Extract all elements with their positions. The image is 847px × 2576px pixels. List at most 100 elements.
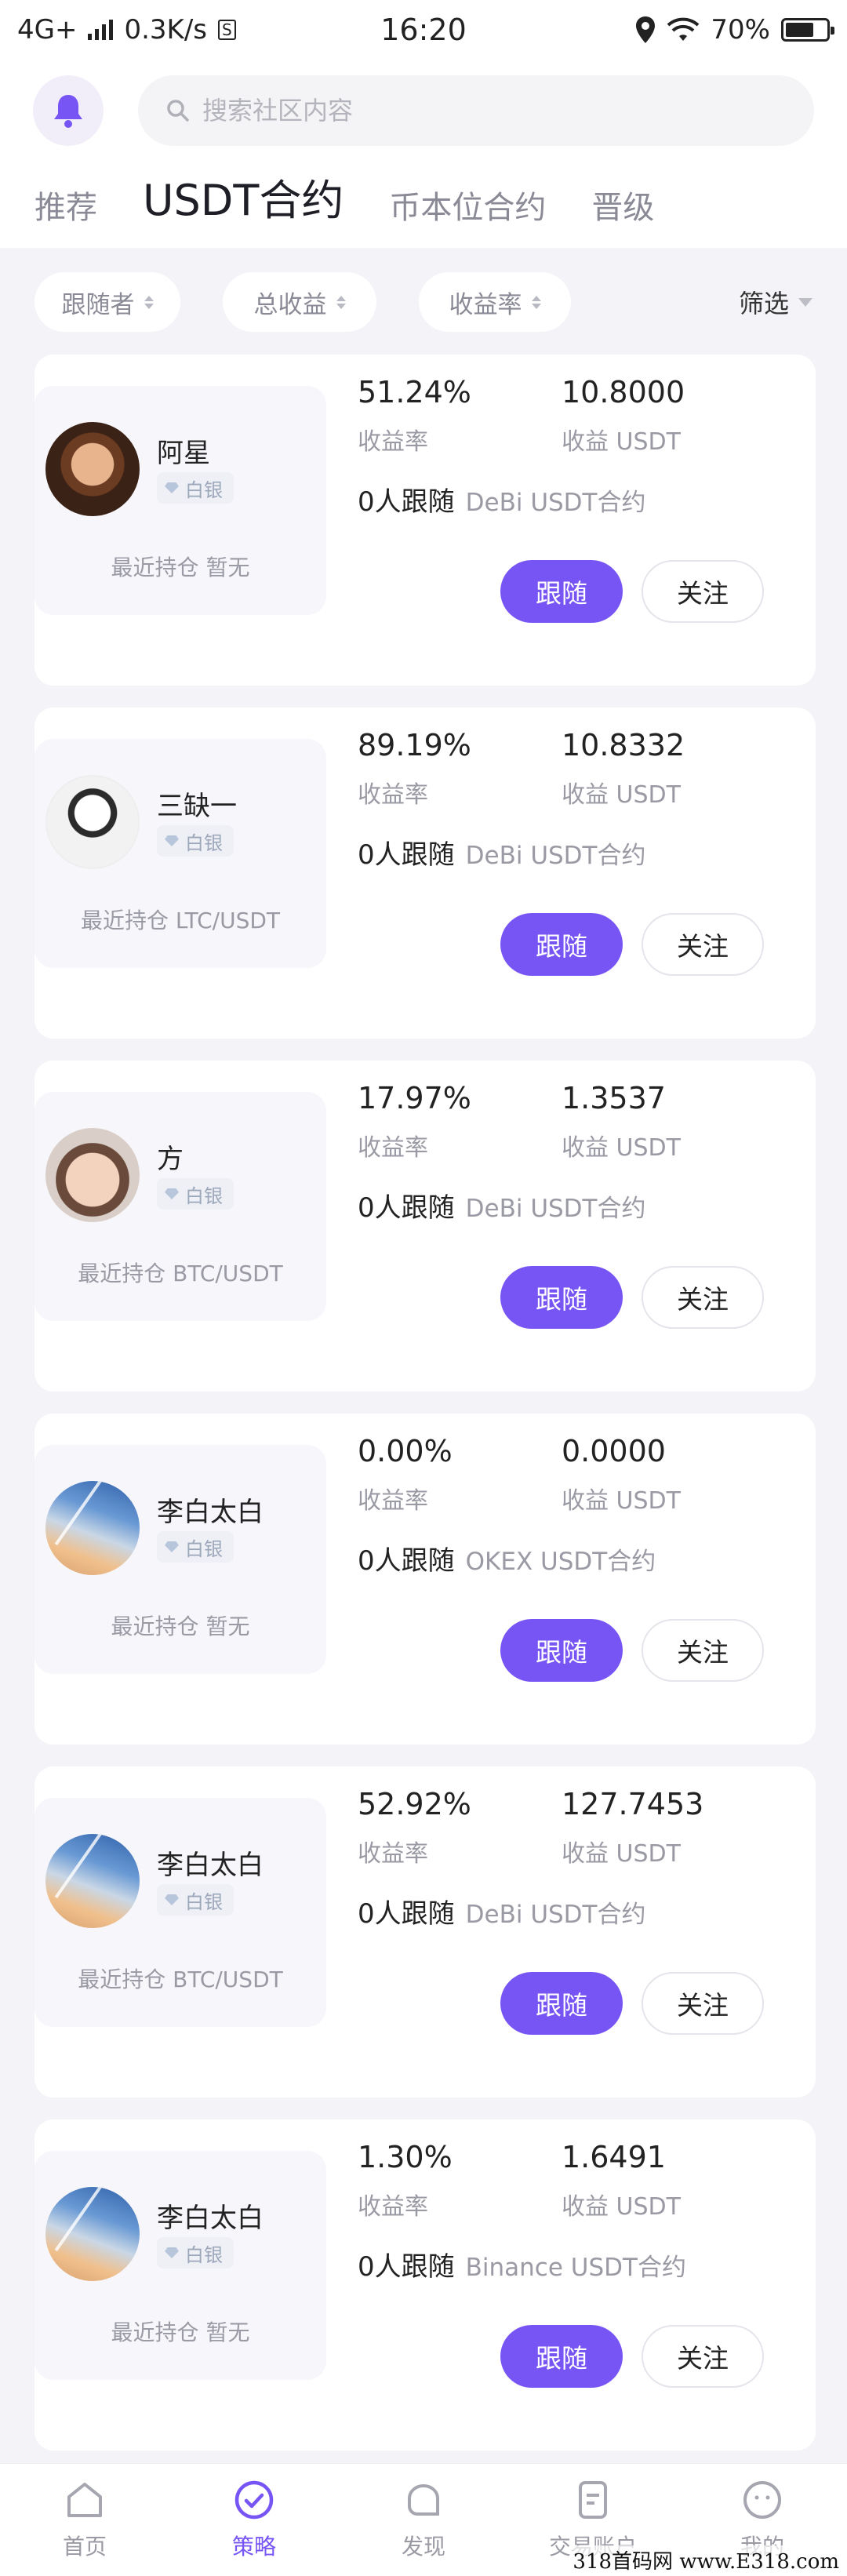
recent-position: 最近持仓 BTC/USDT <box>78 1261 283 1286</box>
nav-label: 首页 <box>62 2534 107 2560</box>
avatar[interactable] <box>45 1481 140 1575</box>
tab-2[interactable]: 币本位合约 <box>389 182 546 238</box>
trader-profile[interactable]: 李白太白 白银 最近持仓 暂无 <box>35 2151 326 2380</box>
follower-count: 0人跟随 <box>358 2251 455 2283</box>
trader-name: 三缺一 <box>157 791 237 822</box>
trader-card[interactable]: 三缺一 白银 最近持仓 LTC/USDT 89.19% 10.8332 收益率 … <box>35 708 816 1039</box>
profit-label: 收益 USDT <box>562 1134 681 1162</box>
rate-value: 17.97% <box>358 1081 471 1115</box>
exchange-name: DeBi USDT合约 <box>465 1901 646 1929</box>
profit-value: 127.7453 <box>562 1787 704 1821</box>
trader-profile[interactable]: 三缺一 白银 最近持仓 LTC/USDT <box>35 739 326 968</box>
tab-0[interactable]: 推荐 <box>35 182 97 238</box>
level-badge: 白银 <box>157 2237 234 2269</box>
bell-icon <box>54 95 82 128</box>
search-bar[interactable] <box>138 75 814 146</box>
profit-value: 0.0000 <box>562 1434 666 1468</box>
trader-profile[interactable]: 方 白银 最近持仓 BTC/USDT <box>35 1092 326 1321</box>
follow-button[interactable]: 跟随 <box>500 560 623 623</box>
rate-value: 52.92% <box>358 1787 471 1821</box>
level-badge: 白银 <box>157 1884 234 1916</box>
follow-button[interactable]: 跟随 <box>500 1266 623 1329</box>
recent-position: 最近持仓 BTC/USDT <box>78 1967 283 1992</box>
trader-profile[interactable]: 阿星 白银 最近持仓 暂无 <box>35 386 326 615</box>
watch-button[interactable]: 关注 <box>642 1972 764 2035</box>
discover-chat-icon <box>402 2478 445 2525</box>
notification-button[interactable] <box>33 75 104 146</box>
watch-button[interactable]: 关注 <box>642 1266 764 1329</box>
exchange-name: DeBi USDT合约 <box>465 842 646 870</box>
rate-label: 收益率 <box>358 1134 428 1162</box>
follower-info: 0人跟随 OKEX USDT合约 <box>358 1539 656 1577</box>
profit-value: 1.3537 <box>562 1081 666 1115</box>
clock: 16:20 <box>380 13 467 47</box>
profit-label: 收益 USDT <box>562 781 681 809</box>
trader-profile[interactable]: 李白太白 白银 最近持仓 暂无 <box>35 1445 326 1674</box>
nav-item-1[interactable]: 策略 <box>169 2464 339 2576</box>
battery-percent: 70% <box>711 14 770 45</box>
sort-followers-label: 跟随者 <box>61 290 135 319</box>
trader-profile[interactable]: 李白太白 白银 最近持仓 BTC/USDT <box>35 1798 326 2027</box>
follow-button[interactable]: 跟随 <box>500 913 623 976</box>
trader-card[interactable]: 李白太白 白银 最近持仓 BTC/USDT 52.92% 127.7453 收益… <box>35 1766 816 2098</box>
trader-card[interactable]: 方 白银 最近持仓 BTC/USDT 17.97% 1.3537 收益率 收益 … <box>35 1061 816 1392</box>
avatar[interactable] <box>45 775 140 869</box>
level-badge-label: 白银 <box>185 1537 223 1560</box>
recent-position: 最近持仓 暂无 <box>111 1614 250 1639</box>
rate-label: 收益率 <box>358 2193 428 2221</box>
battery-icon <box>781 18 834 42</box>
follower-info: 0人跟随 DeBi USDT合约 <box>358 480 646 518</box>
profit-label: 收益 USDT <box>562 2193 681 2221</box>
avatar[interactable] <box>45 1128 140 1222</box>
diamond-icon <box>165 835 179 846</box>
nav-item-2[interactable]: 发现 <box>339 2464 508 2576</box>
sort-total-profit[interactable]: 总收益 <box>223 272 376 332</box>
profit-label: 收益 USDT <box>562 1840 681 1868</box>
tab-3[interactable]: 晋级 <box>591 182 654 238</box>
sort-followers[interactable]: 跟随者 <box>35 272 180 332</box>
follow-button[interactable]: 跟随 <box>500 1972 623 2035</box>
trader-name: 李白太白 <box>157 1497 264 1528</box>
follower-info: 0人跟随 Binance USDT合约 <box>358 2245 686 2283</box>
recent-position: 最近持仓 暂无 <box>111 555 250 580</box>
search-icon <box>167 100 189 122</box>
diamond-icon <box>165 1894 179 1905</box>
signal-icon <box>88 20 114 40</box>
location-icon <box>636 16 656 43</box>
sort-arrows-icon <box>144 295 154 309</box>
watch-button[interactable]: 关注 <box>642 913 764 976</box>
follower-count: 0人跟随 <box>358 1898 455 1930</box>
watch-button[interactable]: 关注 <box>642 560 764 623</box>
trader-card[interactable]: 阿星 白银 最近持仓 暂无 51.24% 10.8000 收益率 收益 USDT… <box>35 355 816 686</box>
follower-info: 0人跟随 DeBi USDT合约 <box>358 1186 646 1224</box>
exchange-name: DeBi USDT合约 <box>465 489 646 517</box>
follow-button[interactable]: 跟随 <box>500 2325 623 2388</box>
nav-item-0[interactable]: 首页 <box>0 2464 169 2576</box>
watch-button[interactable]: 关注 <box>642 1619 764 1682</box>
filter-button[interactable]: 筛选 <box>739 284 812 320</box>
avatar[interactable] <box>45 1834 140 1928</box>
sort-total-profit-label: 总收益 <box>253 290 327 319</box>
nav-label: 发现 <box>401 2534 445 2560</box>
status-bar: 4G+ 0.3K/s S 16:20 70% <box>0 0 847 60</box>
follow-button[interactable]: 跟随 <box>500 1619 623 1682</box>
tab-1[interactable]: USDT合约 <box>143 166 344 238</box>
avatar[interactable] <box>45 2187 140 2281</box>
account-doc-icon <box>571 2478 615 2525</box>
trader-name: 李白太白 <box>157 1850 264 1881</box>
trader-card[interactable]: 李白太白 白银 最近持仓 暂无 1.30% 1.6491 收益率 收益 USDT… <box>35 2119 816 2450</box>
avatar[interactable] <box>45 422 140 516</box>
home-icon <box>63 2478 107 2525</box>
profit-value: 1.6491 <box>562 2140 666 2174</box>
watch-button[interactable]: 关注 <box>642 2325 764 2388</box>
trader-card[interactable]: 李白太白 白银 最近持仓 暂无 0.00% 0.0000 收益率 收益 USDT… <box>35 1414 816 1745</box>
header: 推荐 USDT合约币本位合约晋级 <box>0 60 847 248</box>
network-speed: 0.3K/s <box>124 14 208 45</box>
level-badge-label: 白银 <box>185 1184 223 1207</box>
wifi-icon <box>667 17 700 41</box>
search-input[interactable] <box>202 96 751 126</box>
rate-value: 89.19% <box>358 728 471 762</box>
follower-count: 0人跟随 <box>358 1545 455 1577</box>
sort-rate[interactable]: 收益率 <box>419 272 571 332</box>
rate-label: 收益率 <box>358 428 428 456</box>
